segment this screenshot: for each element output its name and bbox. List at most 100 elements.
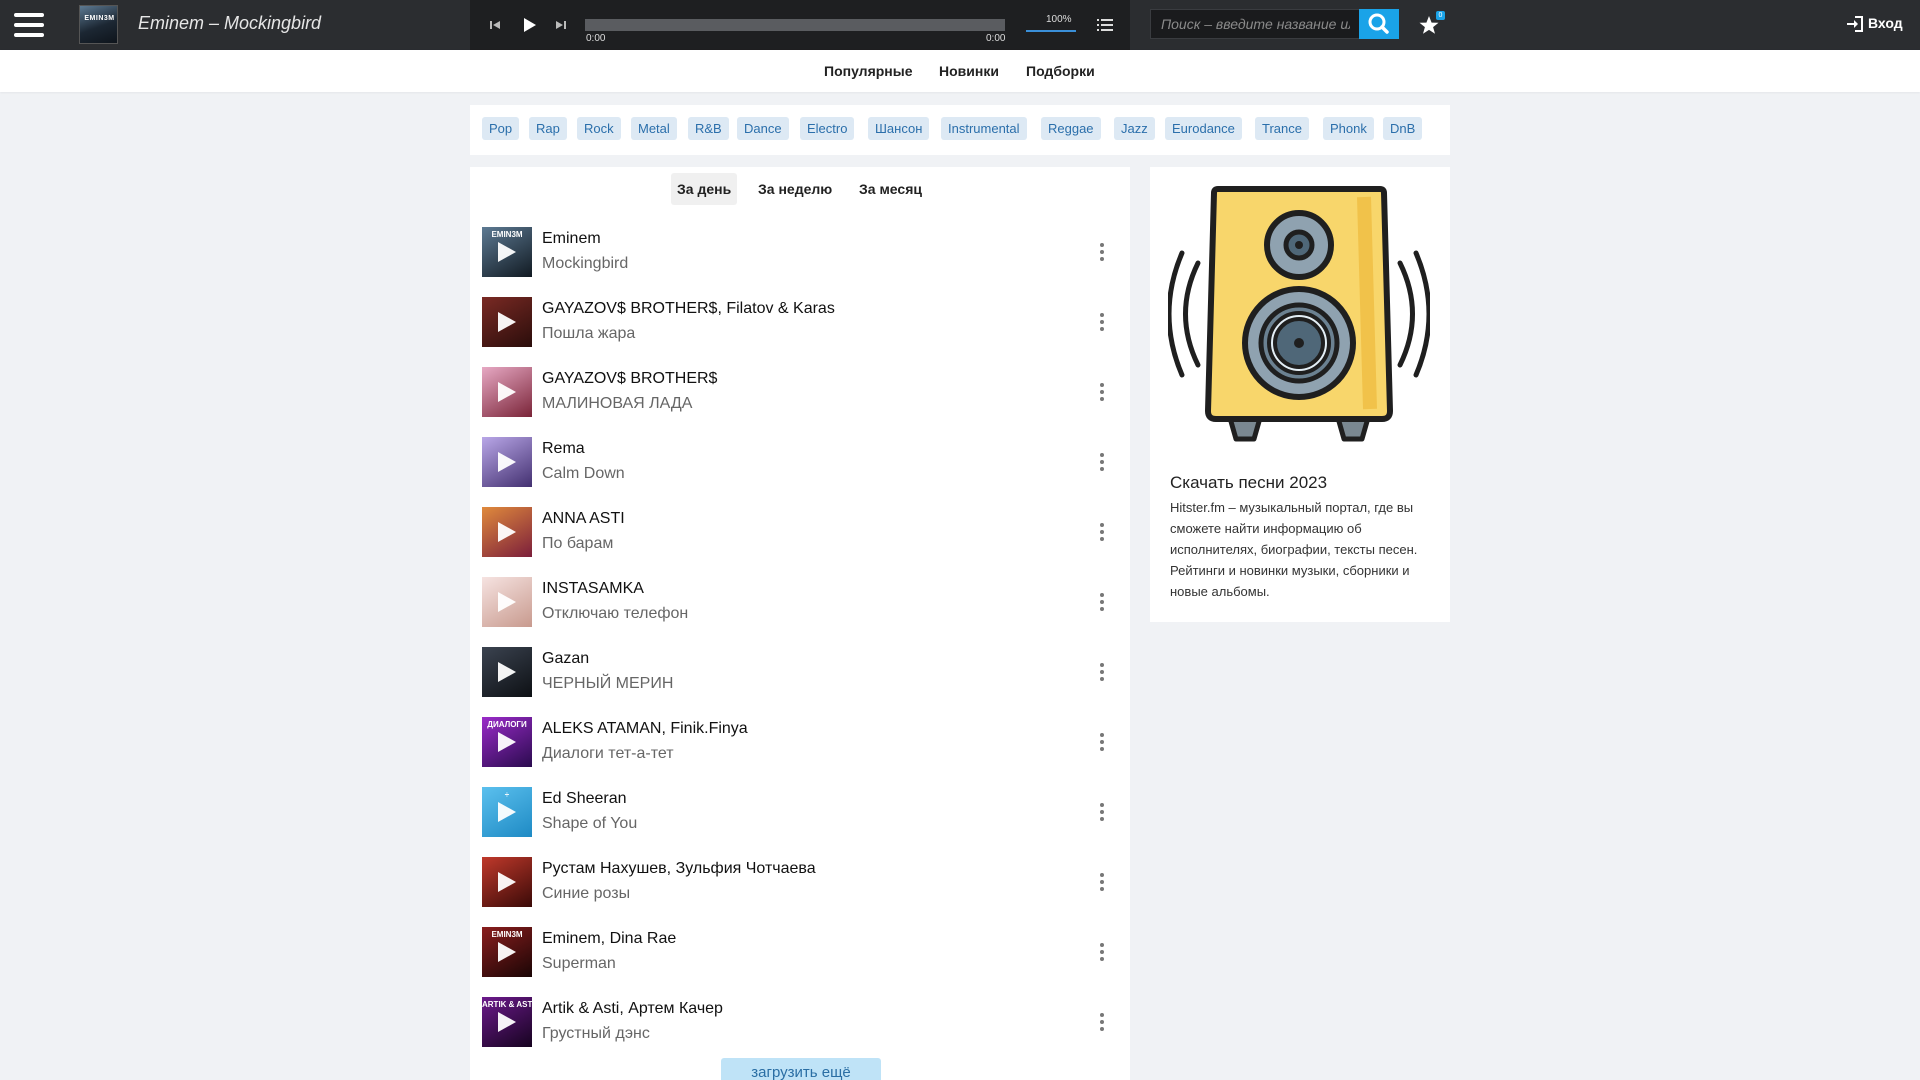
track-cover[interactable] [482, 647, 532, 697]
track-title[interactable]: МАЛИНОВАЯ ЛАДА [542, 395, 692, 413]
track-cover[interactable] [482, 367, 532, 417]
track-artist[interactable]: GAYAZOV$ BROTHER$ [542, 370, 717, 388]
track-row[interactable]: GAYAZOV$ BROTHER$ МАЛИНОВАЯ ЛАДА [470, 357, 1130, 427]
nav-new[interactable]: Новинки [939, 63, 999, 79]
track-title[interactable]: Superman [542, 955, 616, 973]
more-options-icon[interactable] [1097, 661, 1107, 683]
play-icon[interactable] [498, 592, 516, 612]
more-options-icon[interactable] [1097, 801, 1107, 823]
track-artist[interactable]: Artik & Asti, Артем Качер [542, 1000, 723, 1018]
genre-tag-dance[interactable]: Dance [737, 117, 789, 140]
track-row[interactable]: ANNA ASTI По барам [470, 497, 1130, 567]
track-row[interactable]: Gazan ЧЕРНЫЙ МЕРИН [470, 637, 1130, 707]
track-artist[interactable]: Gazan [542, 650, 589, 668]
play-icon[interactable] [498, 382, 516, 402]
now-playing-cover[interactable]: EMIN3M [79, 5, 118, 44]
genre-tag-reggae[interactable]: Reggae [1041, 117, 1101, 140]
more-options-icon[interactable] [1097, 871, 1107, 893]
search-button[interactable] [1359, 9, 1399, 39]
track-row[interactable]: Rema Calm Down [470, 427, 1130, 497]
track-artist[interactable]: INSTASAMKA [542, 580, 644, 598]
track-artist[interactable]: Rema [542, 440, 585, 458]
track-cover[interactable] [482, 857, 532, 907]
track-row[interactable]: ÷ Ed Sheeran Shape of You [470, 777, 1130, 847]
track-row[interactable]: INSTASAMKA Отключаю телефон [470, 567, 1130, 637]
play-icon[interactable] [498, 452, 516, 472]
prev-icon[interactable] [484, 14, 506, 36]
track-cover[interactable]: EMIN3M [482, 227, 532, 277]
more-options-icon[interactable] [1097, 941, 1107, 963]
nav-popular[interactable]: Популярные [824, 63, 912, 79]
track-artist[interactable]: GAYAZOV$ BROTHER$, Filatov & Karas [542, 300, 835, 318]
playlist-icon[interactable] [1096, 17, 1114, 33]
play-icon[interactable] [498, 802, 516, 822]
track-title[interactable]: Диалоги тет-а-тет [542, 745, 674, 763]
more-options-icon[interactable] [1097, 1011, 1107, 1033]
menu-icon[interactable] [14, 13, 44, 37]
track-artist[interactable]: ALEKS ATAMAN, Finik.Finya [542, 720, 748, 738]
track-title[interactable]: Грустный дэнс [542, 1025, 650, 1043]
track-title[interactable]: По барам [542, 535, 613, 553]
more-options-icon[interactable] [1097, 451, 1107, 473]
progress-bar[interactable] [585, 19, 1005, 31]
track-row[interactable]: GAYAZOV$ BROTHER$, Filatov & Karas Пошла … [470, 287, 1130, 357]
genre-tag-rock[interactable]: Rock [577, 117, 621, 140]
track-artist[interactable]: Рустам Нахушев, Зульфия Чотчаева [542, 860, 816, 878]
tab-week[interactable]: За неделю [752, 173, 838, 205]
play-icon[interactable] [498, 942, 516, 962]
track-artist[interactable]: Eminem, Dina Rae [542, 930, 676, 948]
genre-tag-pop[interactable]: Pop [482, 117, 520, 140]
track-cover[interactable]: EMIN3M [482, 927, 532, 977]
genre-tag-phonk[interactable]: Phonk [1323, 117, 1374, 140]
genre-tag-jazz[interactable]: Jazz [1114, 117, 1155, 140]
track-artist[interactable]: Ed Sheeran [542, 790, 627, 808]
track-cover[interactable] [482, 437, 532, 487]
play-icon[interactable] [498, 1012, 516, 1032]
play-icon[interactable] [498, 732, 516, 752]
track-row[interactable]: Рустам Нахушев, Зульфия Чотчаева Синие ро… [470, 847, 1130, 917]
genre-tag-instrumental[interactable]: Instrumental [941, 117, 1027, 140]
tab-day[interactable]: За день [671, 173, 738, 205]
track-row[interactable]: ARTIK & ASTI Artik & Asti, Артем Качер Гру… [470, 987, 1130, 1057]
track-title[interactable]: ЧЕРНЫЙ МЕРИН [542, 675, 673, 693]
genre-tag-shanson[interactable]: Шансон [868, 117, 930, 140]
more-options-icon[interactable] [1097, 521, 1107, 543]
track-artist[interactable]: Eminem [542, 230, 601, 248]
more-options-icon[interactable] [1097, 591, 1107, 613]
track-row[interactable]: EMIN3M Eminem, Dina Rae Superman [470, 917, 1130, 987]
track-row[interactable]: EMIN3M Eminem Mockingbird [470, 217, 1130, 287]
track-cover[interactable]: ARTIK & ASTI [482, 997, 532, 1047]
track-cover[interactable] [482, 507, 532, 557]
more-options-icon[interactable] [1097, 731, 1107, 753]
track-title[interactable]: Пошла жара [542, 325, 635, 343]
track-title[interactable]: Отключаю телефон [542, 605, 688, 623]
genre-tag-eurodance[interactable]: Eurodance [1165, 117, 1242, 140]
track-cover[interactable]: ÷ [482, 787, 532, 837]
tab-month[interactable]: За месяц [853, 173, 928, 205]
track-title[interactable]: Синие розы [542, 885, 630, 903]
nav-collections[interactable]: Подборки [1026, 63, 1095, 79]
next-icon[interactable] [550, 14, 572, 36]
genre-tag-dnb[interactable]: DnB [1383, 117, 1423, 140]
play-icon[interactable] [498, 312, 516, 332]
play-icon[interactable] [518, 14, 540, 36]
volume-slider[interactable] [1026, 30, 1076, 32]
track-cover[interactable]: ДИАЛОГИ [482, 717, 532, 767]
load-more-button[interactable]: загрузить ещё [721, 1058, 881, 1080]
track-artist[interactable]: ANNA ASTI [542, 510, 625, 528]
genre-tag-trance[interactable]: Trance [1255, 117, 1309, 140]
more-options-icon[interactable] [1097, 311, 1107, 333]
genre-tag-rnb[interactable]: R&B [688, 117, 729, 140]
track-title[interactable]: Shape of You [542, 815, 637, 833]
track-cover[interactable] [482, 577, 532, 627]
genre-tag-rap[interactable]: Rap [529, 117, 567, 140]
genre-tag-electro[interactable]: Electro [800, 117, 855, 140]
search-input[interactable] [1150, 9, 1360, 39]
track-cover[interactable] [482, 297, 532, 347]
genre-tag-metal[interactable]: Metal [631, 117, 677, 140]
play-icon[interactable] [498, 242, 516, 262]
track-title[interactable]: Mockingbird [542, 255, 628, 273]
more-options-icon[interactable] [1097, 381, 1107, 403]
track-title[interactable]: Calm Down [542, 465, 625, 483]
play-icon[interactable] [498, 872, 516, 892]
